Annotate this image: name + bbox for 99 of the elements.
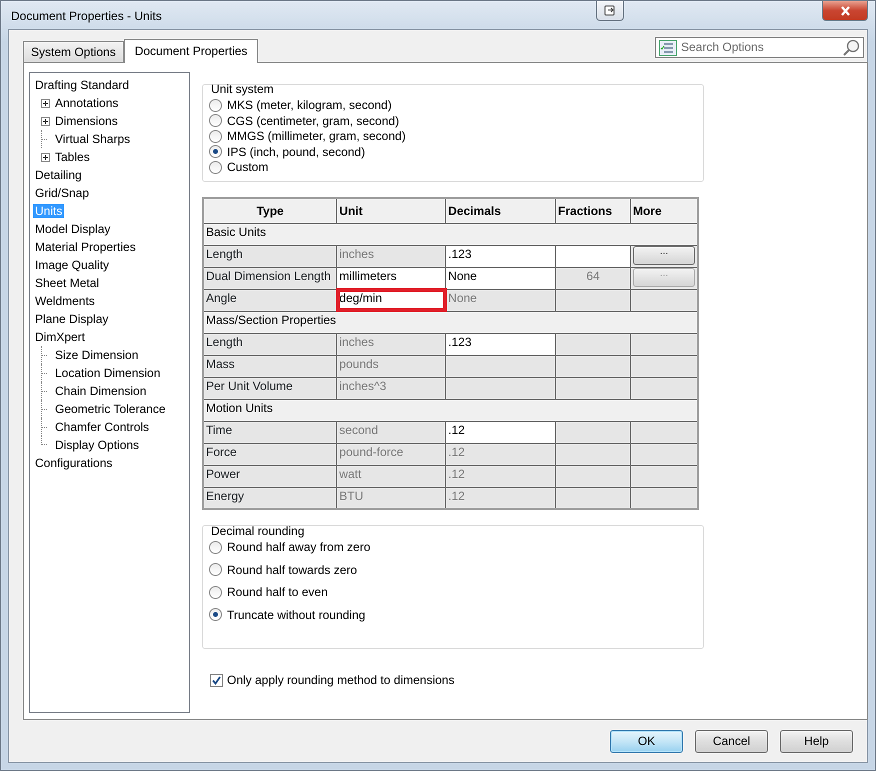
column-header: Unit: [336, 198, 446, 223]
table-cell: BTU: [336, 487, 446, 509]
more-button[interactable]: ...: [632, 246, 695, 264]
tree-item[interactable]: Material Properties: [33, 240, 138, 254]
tab[interactable]: Document Properties: [124, 38, 258, 63]
table-cell: Per Unit Volume: [203, 377, 337, 399]
expand-icon: [40, 152, 50, 162]
search-icon: [842, 38, 860, 56]
table-cell: 64: [556, 267, 630, 289]
table-cell[interactable]: .123: [446, 333, 556, 355]
option-label: Round half towards zero: [227, 562, 358, 578]
table-cell: inches: [336, 245, 446, 267]
tree-item[interactable]: Model Display: [33, 222, 112, 236]
section-header: Mass/Section Properties: [203, 311, 698, 333]
option-label: CGS (centimeter, gram, second): [227, 114, 400, 128]
table-cell: .12: [446, 465, 556, 487]
column-header: Fractions: [556, 198, 630, 223]
option-label: Round half away from zero: [227, 540, 370, 555]
tree-item[interactable]: Configurations: [33, 456, 114, 470]
radio-button[interactable]: [209, 608, 222, 622]
table-cell: Time: [203, 421, 337, 443]
tree-item[interactable]: Virtual Sharps: [53, 132, 132, 146]
table-cell[interactable]: .123: [446, 245, 556, 267]
close-icon: [840, 6, 850, 16]
table-cell[interactable]: deg/min: [336, 289, 446, 311]
column-header: Decimals: [446, 198, 556, 223]
radio-button[interactable]: [209, 586, 222, 599]
group-title: Unit system: [211, 82, 275, 96]
window-button[interactable]: [596, 1, 624, 21]
radio-button[interactable]: [209, 563, 222, 576]
option-label: Round half to even: [227, 585, 328, 600]
tree-item[interactable]: Chamfer Controls: [53, 420, 152, 434]
option-label: Custom: [227, 160, 268, 174]
dialog-button[interactable]: Help: [780, 730, 853, 753]
table-cell: watt: [336, 465, 446, 487]
group-title: Decimal rounding: [211, 524, 306, 538]
tree-item[interactable]: Drafting Standard: [33, 78, 132, 92]
tree-item[interactable]: DimXpert: [33, 330, 88, 344]
dialog-button[interactable]: Cancel: [695, 730, 768, 753]
table-cell: Length: [203, 333, 337, 355]
tree-item[interactable]: Plane Display: [33, 312, 110, 326]
tree-item[interactable]: Geometric Tolerance: [53, 402, 168, 416]
table-cell[interactable]: .12: [446, 421, 556, 443]
tree-item[interactable]: Weldments: [33, 294, 97, 308]
table-cell: Mass: [203, 355, 337, 377]
tree-item[interactable]: Location Dimension: [53, 366, 162, 380]
option-label: IPS (inch, pound, second): [227, 144, 366, 159]
table-cell: .12: [446, 443, 556, 465]
table-cell: pounds: [336, 355, 446, 377]
tree-item[interactable]: Tables: [53, 150, 92, 164]
option-label: MMGS (millimeter, gram, second): [227, 129, 406, 144]
table-cell[interactable]: None: [446, 267, 556, 289]
window-title: Document Properties - Units: [10, 8, 163, 24]
table-cell: inches^3: [336, 377, 446, 399]
expand-icon: [40, 116, 50, 126]
table-cell: .12: [446, 487, 556, 509]
option-label: Truncate without rounding: [227, 608, 366, 622]
close-button[interactable]: [822, 1, 868, 21]
column-header: Type: [203, 198, 337, 223]
table-cell: Force: [203, 443, 337, 465]
tree-item[interactable]: Dimensions: [53, 114, 120, 128]
tree-item[interactable]: Annotations: [53, 96, 120, 110]
tree-item[interactable]: Detailing: [33, 168, 84, 182]
table-cell: Angle: [203, 289, 337, 311]
dialog-button[interactable]: OK: [610, 730, 683, 753]
table-cell[interactable]: millimeters: [336, 267, 446, 289]
section-header: Motion Units: [203, 399, 698, 421]
table-cell: second: [336, 421, 446, 443]
tree-item[interactable]: Image Quality: [33, 258, 112, 272]
tree-item[interactable]: Sheet Metal: [33, 276, 102, 290]
list-icon: [659, 40, 677, 56]
table-cell: Energy: [203, 487, 337, 509]
radio-button[interactable]: [209, 130, 222, 143]
tree-item[interactable]: Display Options: [53, 438, 142, 452]
table-cell: inches: [336, 333, 446, 355]
check-icon: [212, 676, 221, 685]
radio-button[interactable]: [209, 160, 222, 174]
table-cell[interactable]: [556, 245, 630, 267]
table-cell: pound-force: [336, 443, 446, 465]
radio-button[interactable]: [209, 145, 222, 158]
table-cell: Dual Dimension Length: [203, 267, 337, 289]
tab[interactable]: System Options: [23, 40, 124, 62]
radio-button[interactable]: [209, 99, 222, 112]
checkbox-label: Only apply rounding method to dimensions: [227, 673, 454, 688]
table-cell: Power: [203, 465, 337, 487]
section-header: Basic Units: [203, 223, 698, 245]
option-label: MKS (meter, kilogram, second): [227, 98, 392, 113]
expand-icon: [40, 98, 50, 108]
column-header: More: [630, 198, 698, 223]
tree-item[interactable]: Grid/Snap: [33, 186, 92, 200]
search-box[interactable]: Search Options: [655, 37, 864, 58]
table-cell: None: [446, 289, 556, 311]
table-cell: Length: [203, 245, 337, 267]
checkbox[interactable]: [210, 674, 223, 687]
radio-button[interactable]: [209, 541, 222, 554]
tree-item[interactable]: Chain Dimension: [53, 384, 148, 398]
tree-item[interactable]: Size Dimension: [53, 348, 140, 362]
radio-button[interactable]: [209, 114, 222, 128]
arrow-box-icon: [604, 5, 616, 16]
